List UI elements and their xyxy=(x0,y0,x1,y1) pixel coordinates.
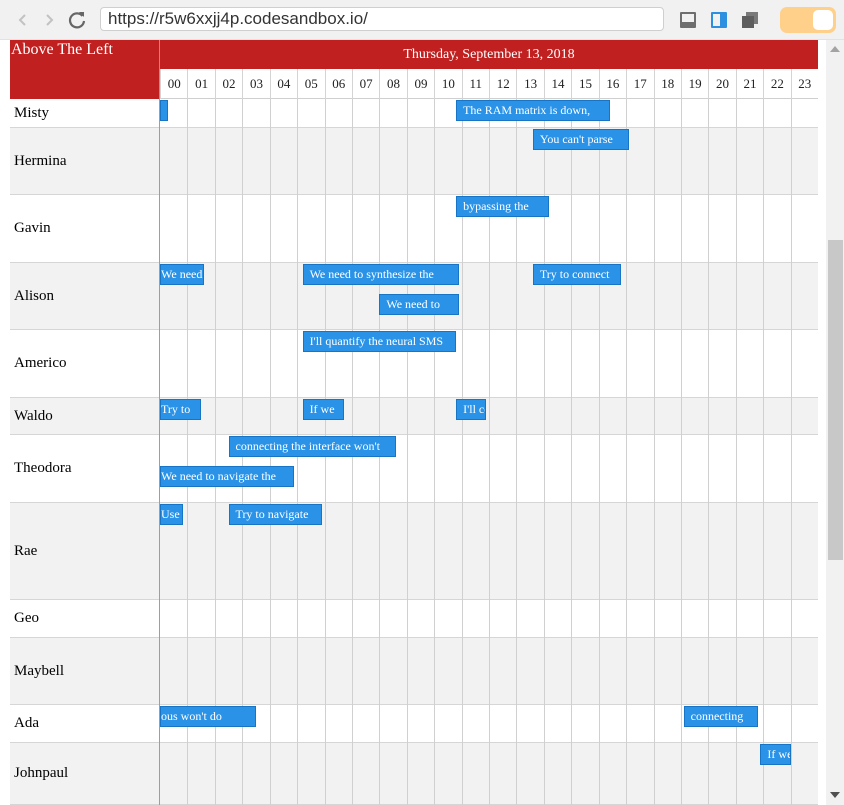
hour-label: 22 xyxy=(763,69,790,99)
event-block[interactable]: ous won't do xyxy=(160,706,256,727)
address-bar[interactable]: https://r5w6xxjj4p.codesandbox.io/ xyxy=(100,7,664,31)
reload-button[interactable] xyxy=(66,9,88,31)
scroll-up-icon[interactable] xyxy=(830,46,840,52)
hour-label: 08 xyxy=(379,69,406,99)
hour-label: 06 xyxy=(324,69,352,99)
event-block[interactable]: We need to navigate the xyxy=(160,466,295,487)
forward-button[interactable] xyxy=(38,9,60,31)
hour-label: 02 xyxy=(214,69,242,99)
resource-row[interactable]: Rae xyxy=(10,503,818,600)
resource-row[interactable]: Gavin xyxy=(10,195,818,263)
hour-label: 03 xyxy=(242,69,269,99)
resource-row[interactable]: Geo xyxy=(10,600,818,638)
scroll-down-icon[interactable] xyxy=(830,792,840,798)
resource-name: Ada xyxy=(14,715,39,731)
hour-label: 10 xyxy=(434,69,461,99)
hour-label: 00 xyxy=(160,69,187,99)
hour-header: 00 01 02 03 04 05 06 07 08 09 10 11 12 13 14 15 16 17 18 19… xyxy=(160,69,818,99)
reload-icon xyxy=(68,12,86,29)
event-block[interactable]: Try to navigate xyxy=(228,504,322,525)
hour-label: 19 xyxy=(680,69,708,99)
hour-label: 04 xyxy=(269,69,297,99)
hour-label: 07 xyxy=(351,69,379,99)
hour-label: 12 xyxy=(489,69,516,99)
resource-name: Misty xyxy=(14,104,50,121)
resource-row[interactable]: Theodora xyxy=(10,435,818,503)
resource-name: Rae xyxy=(14,542,38,559)
hour-label: 23 xyxy=(790,69,818,99)
theme-toggle[interactable] xyxy=(780,7,836,33)
dock-right-icon[interactable] xyxy=(709,10,729,30)
event-block[interactable]: I'll copy xyxy=(456,399,487,420)
resource-row[interactable]: Hermina xyxy=(10,128,818,195)
hour-label: 09 xyxy=(406,69,434,99)
event-block[interactable]: If we xyxy=(302,399,344,420)
toggle-knob xyxy=(813,10,833,30)
event-block[interactable]: The RAM matrix is down, xyxy=(456,100,610,121)
event-block[interactable]: Try to connect xyxy=(532,264,621,285)
resource-name: Waldo xyxy=(14,407,53,424)
resource-row[interactable]: Maybell xyxy=(10,638,818,705)
event-block[interactable]: bypassing the xyxy=(456,196,550,217)
hour-label: 13 xyxy=(516,69,543,99)
hour-label: 01 xyxy=(187,69,214,99)
hour-label: 11 xyxy=(461,69,489,99)
event-block[interactable]: We need to xyxy=(379,294,459,315)
resource-name: Americo xyxy=(14,355,67,371)
event-block[interactable]: Try to xyxy=(160,399,202,420)
resource-name: Theodora xyxy=(14,460,72,476)
hour-label: 15 xyxy=(571,69,598,99)
event-block[interactable]: If we xyxy=(760,744,791,765)
resource-name: Johnpaul xyxy=(14,765,69,781)
scrollbar-thumb[interactable] xyxy=(828,240,843,560)
date-header: Thursday, September 13, 2018 xyxy=(160,40,818,69)
forward-arrow-icon xyxy=(46,14,54,26)
dock-bottom-icon[interactable] xyxy=(678,10,698,30)
popout-window-icon[interactable] xyxy=(740,10,760,30)
hour-label: 16 xyxy=(598,69,626,99)
back-button[interactable] xyxy=(12,9,34,31)
resource-row[interactable]: Misty xyxy=(10,99,818,128)
event-block[interactable]: We need to synthesize the xyxy=(302,264,459,285)
resource-name: Hermina xyxy=(14,152,67,169)
resource-name: Geo xyxy=(14,610,39,626)
hour-label: 14 xyxy=(543,69,571,99)
hour-label: 20 xyxy=(708,69,735,99)
hour-label: 05 xyxy=(297,69,324,99)
event-block[interactable]: connecting the interface won't xyxy=(228,436,396,457)
browser-toolbar: https://r5w6xxjj4p.codesandbox.io/ xyxy=(0,0,844,40)
resource-row[interactable]: Waldo xyxy=(10,398,818,435)
event-block[interactable]: We need to xyxy=(160,264,204,285)
event-block[interactable]: Use the xyxy=(160,504,184,525)
corner-header: Above The Left xyxy=(10,40,160,99)
back-arrow-icon xyxy=(18,14,26,26)
hour-label: 17 xyxy=(626,69,653,99)
name-column-divider xyxy=(159,99,160,805)
event-block[interactable]: You can't parse xyxy=(532,129,629,150)
hour-label: 18 xyxy=(653,69,681,99)
resource-row[interactable]: Johnpaul xyxy=(10,743,818,805)
resource-name: Gavin xyxy=(14,220,51,236)
resource-name: Maybell xyxy=(14,662,64,679)
hour-label: 21 xyxy=(735,69,763,99)
event-block[interactable]: connecting xyxy=(683,706,758,727)
event-block[interactable] xyxy=(160,100,169,121)
resource-name: Alison xyxy=(14,287,55,304)
event-block[interactable]: I'll quantify the neural SMS xyxy=(302,331,457,352)
